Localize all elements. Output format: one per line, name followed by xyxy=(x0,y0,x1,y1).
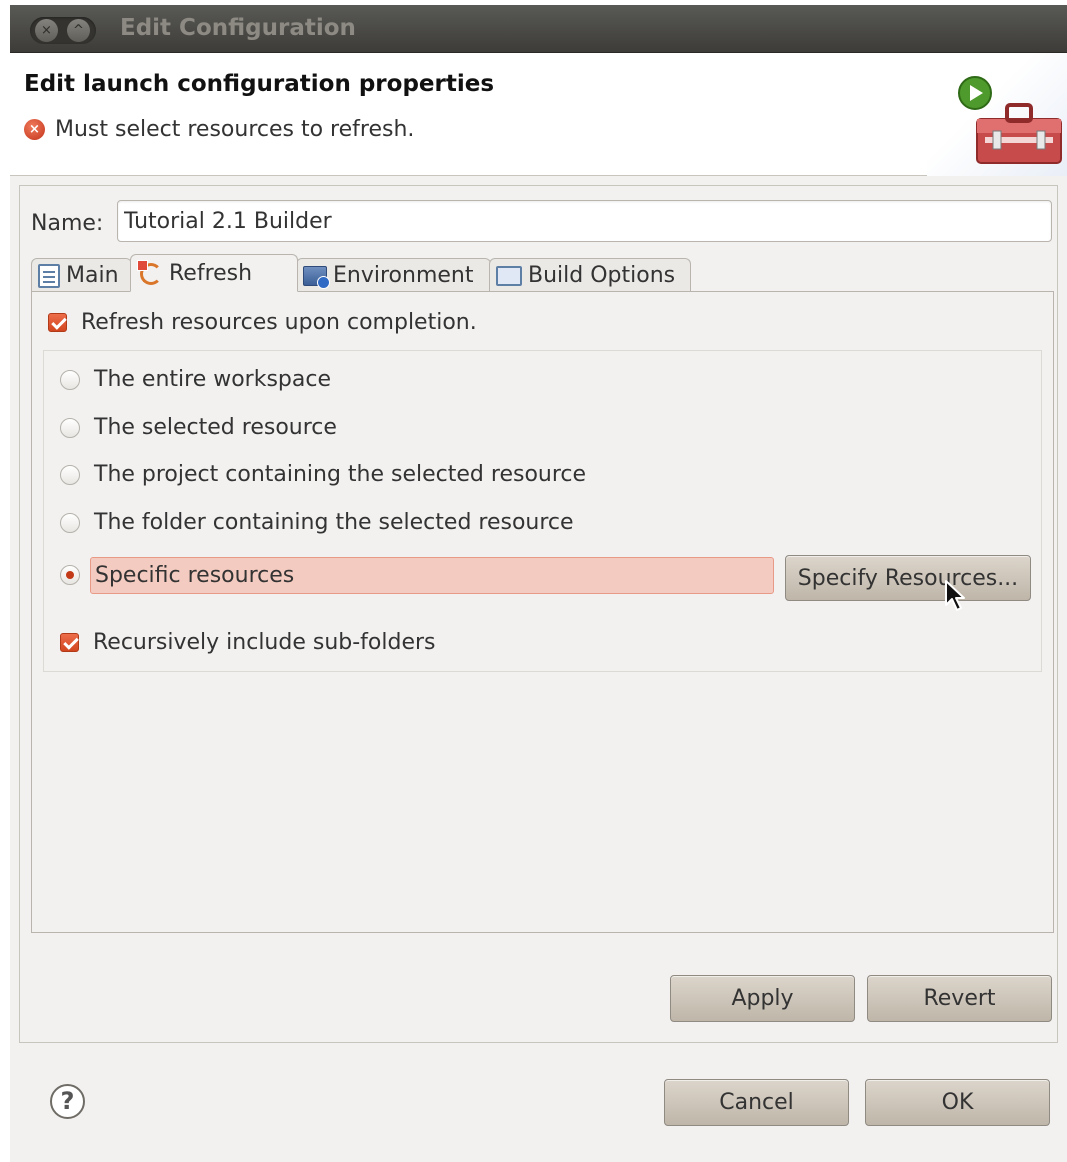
tab-main-label: Main xyxy=(66,263,119,288)
scope-radio-folder[interactable] xyxy=(60,512,80,533)
document-icon xyxy=(38,263,60,288)
header-title: Edit launch configuration properties xyxy=(24,71,495,97)
revert-button[interactable]: Revert xyxy=(867,975,1052,1022)
scope-option-selected-resource[interactable]: The selected resource xyxy=(60,415,337,440)
name-label: Name: xyxy=(31,211,104,236)
recursive-label: Recursively include sub-folders xyxy=(93,630,436,655)
window-controls: × ^ xyxy=(30,17,96,44)
edit-configuration-dialog: × ^ Edit Configuration Edit launch confi… xyxy=(10,5,1067,1162)
tab-refresh-label: Refresh xyxy=(169,260,253,286)
scope-option-specific-resources[interactable] xyxy=(60,565,94,585)
toolbox-run-icon xyxy=(927,53,1067,176)
scope-option-folder[interactable]: The folder containing the selected resou… xyxy=(60,510,574,535)
minimize-window-button[interactable]: ^ xyxy=(67,19,90,42)
tab-build-options-label: Build Options xyxy=(528,263,676,288)
scope-option-entire-workspace[interactable]: The entire workspace xyxy=(60,367,331,392)
name-input[interactable] xyxy=(117,200,1052,242)
environment-icon xyxy=(303,265,330,289)
scope-label-specific-resources[interactable]: Specific resources xyxy=(90,557,774,594)
dialog-header: Edit launch configuration properties × M… xyxy=(10,53,1067,176)
tab-environment[interactable]: Environment xyxy=(296,258,491,292)
tab-environment-label: Environment xyxy=(333,263,474,288)
scope-radio-project[interactable] xyxy=(60,464,80,485)
configuration-panel: Name: Main Refresh Environment Build Opt… xyxy=(19,185,1058,1043)
refresh-tab-content: Refresh resources upon completion. The e… xyxy=(31,291,1054,933)
folder-icon xyxy=(496,265,522,286)
scope-label-project: The project containing the selected reso… xyxy=(94,462,587,487)
refresh-upon-completion-option[interactable]: Refresh resources upon completion. xyxy=(48,310,477,335)
scope-option-project[interactable]: The project containing the selected reso… xyxy=(60,462,586,487)
recursive-option[interactable]: Recursively include sub-folders xyxy=(60,630,436,655)
title-bar: × ^ Edit Configuration xyxy=(10,5,1067,53)
scope-radio-selected-resource[interactable] xyxy=(60,417,80,438)
refresh-icon xyxy=(137,260,163,286)
scope-label-folder: The folder containing the selected resou… xyxy=(94,510,574,535)
scope-label-entire-workspace: The entire workspace xyxy=(94,367,331,392)
error-message: × Must select resources to refresh. xyxy=(24,117,414,142)
tab-refresh[interactable]: Refresh xyxy=(130,254,298,292)
error-icon: × xyxy=(24,119,45,140)
refresh-upon-completion-checkbox[interactable] xyxy=(48,313,67,332)
cancel-button[interactable]: Cancel xyxy=(664,1079,849,1126)
tab-main[interactable]: Main xyxy=(31,258,132,292)
specify-resources-button[interactable]: Specify Resources... xyxy=(785,555,1031,601)
error-message-text: Must select resources to refresh. xyxy=(55,117,415,142)
ok-button[interactable]: OK xyxy=(865,1079,1050,1126)
scope-radio-entire-workspace[interactable] xyxy=(60,369,80,390)
scope-radio-specific-resources[interactable] xyxy=(60,565,80,585)
mouse-pointer-icon xyxy=(945,580,965,611)
tab-bar: Main Refresh Environment Build Options xyxy=(31,254,1054,292)
refresh-upon-completion-label: Refresh resources upon completion. xyxy=(81,310,477,335)
apply-button[interactable]: Apply xyxy=(670,975,855,1022)
refresh-scope-group: The entire workspace The selected resour… xyxy=(43,350,1042,672)
window-title: Edit Configuration xyxy=(120,15,356,41)
tab-build-options[interactable]: Build Options xyxy=(489,258,691,292)
recursive-checkbox[interactable] xyxy=(60,633,79,652)
scope-label-selected-resource: The selected resource xyxy=(94,415,337,440)
close-window-button[interactable]: × xyxy=(35,19,58,42)
help-icon[interactable]: ? xyxy=(50,1084,85,1119)
